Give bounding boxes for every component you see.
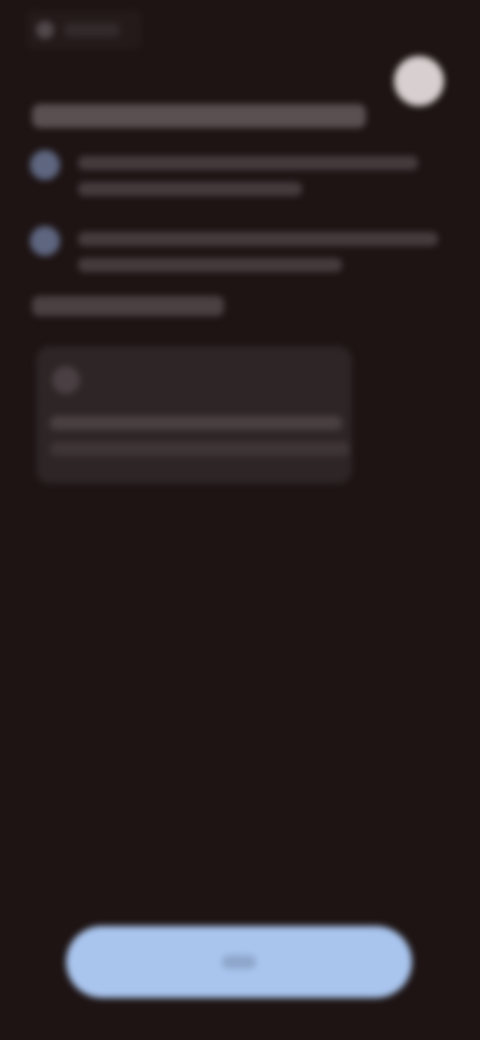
app-screen xyxy=(0,0,480,1040)
option-title xyxy=(78,156,418,170)
option-icon xyxy=(30,226,60,256)
card-icon xyxy=(52,366,80,394)
card-text-line xyxy=(50,442,350,456)
chip-label xyxy=(64,23,120,37)
option-item-2[interactable] xyxy=(28,220,448,284)
card-text-line xyxy=(50,416,342,430)
top-chip[interactable] xyxy=(26,10,142,50)
circle-icon xyxy=(36,21,54,39)
section-heading xyxy=(32,296,224,316)
option-subtitle xyxy=(78,182,302,196)
primary-button-label xyxy=(222,955,256,969)
option-subtitle xyxy=(78,258,342,272)
avatar-icon[interactable] xyxy=(394,56,444,106)
primary-button[interactable] xyxy=(66,926,412,998)
info-card[interactable] xyxy=(36,346,352,484)
page-title xyxy=(32,104,366,128)
option-icon xyxy=(30,150,60,180)
option-item-1[interactable] xyxy=(28,144,448,208)
option-title xyxy=(78,232,438,246)
